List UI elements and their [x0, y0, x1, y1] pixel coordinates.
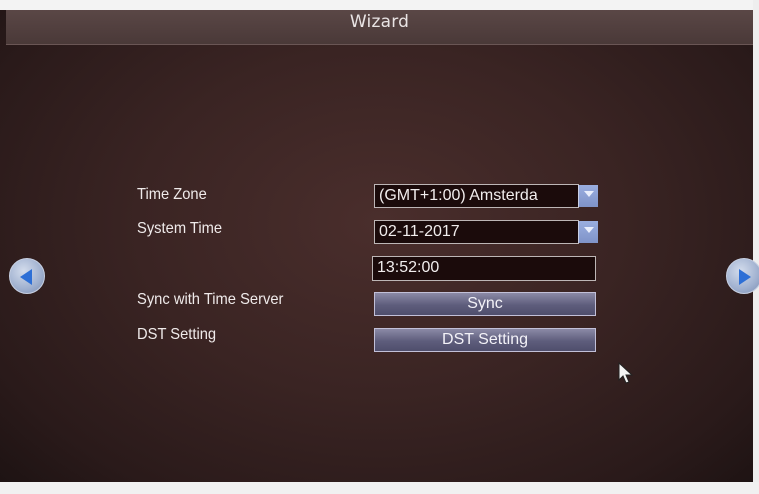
frame-edge-top [0, 0, 759, 10]
dst-setting-button[interactable]: DST Setting [374, 328, 596, 352]
mouse-pointer-icon [618, 361, 634, 390]
chevron-down-icon [584, 191, 594, 197]
dst-setting-label: DST Setting [137, 326, 217, 343]
chevron-down-icon [584, 227, 594, 233]
sync-time-server-label: Sync with Time Server [137, 291, 284, 308]
title-bar: Wizard [6, 10, 753, 45]
frame-edge-right [753, 0, 759, 494]
arrow-left-icon [20, 269, 32, 285]
system-date-field[interactable]: 02-11-2017 [374, 220, 579, 244]
system-time-label: System Time [137, 220, 223, 237]
time-zone-select[interactable]: (GMT+1:00) Amsterda [374, 184, 579, 208]
system-date-dropdown-button[interactable] [578, 221, 598, 243]
time-zone-dropdown-button[interactable] [578, 185, 598, 207]
time-zone-label: Time Zone [137, 186, 207, 203]
system-time-field[interactable]: 13:52:00 [372, 256, 596, 281]
sync-button[interactable]: Sync [374, 292, 596, 316]
frame-edge-bottom [0, 482, 759, 494]
next-page-button[interactable] [726, 258, 759, 294]
arrow-right-icon [739, 269, 751, 285]
previous-page-button[interactable] [9, 258, 45, 294]
window-title: Wizard [349, 12, 410, 32]
wizard-screen: Wizard Time Zone (GMT+1:00) Amsterda Sys… [0, 0, 759, 494]
